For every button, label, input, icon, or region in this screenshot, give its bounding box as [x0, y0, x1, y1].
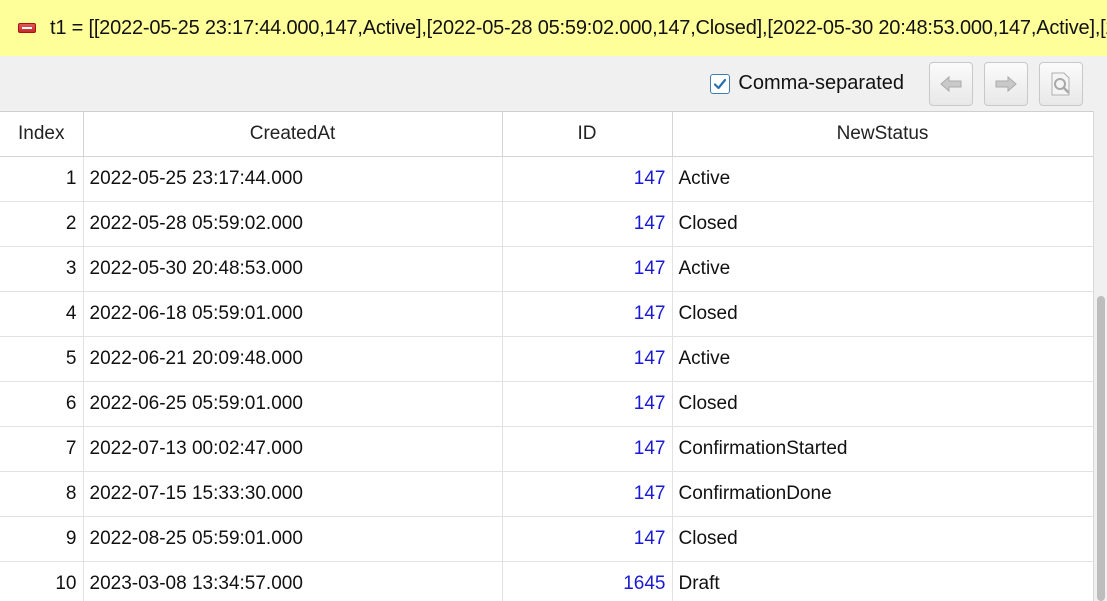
- table-row[interactable]: 1 2022-05-25 23:17:44.000 147 Active: [0, 156, 1093, 202]
- cell-id: 147: [502, 426, 673, 472]
- preview-button[interactable]: [1039, 61, 1083, 106]
- cell-index: 7: [0, 426, 84, 472]
- cell-index: 4: [0, 291, 84, 337]
- cell-index: 1: [0, 156, 84, 202]
- cell-index: 10: [0, 561, 84, 601]
- cell-id: 147: [502, 381, 673, 427]
- cell-newstatus: Closed: [672, 381, 1093, 427]
- cell-index: 9: [0, 516, 84, 562]
- table-header-row: Index CreatedAt ID NewStatus: [0, 112, 1093, 157]
- column-header-createdat[interactable]: CreatedAt: [83, 112, 503, 157]
- cell-createdat: 2022-07-15 15:33:30.000: [83, 471, 503, 517]
- column-header-index[interactable]: Index: [0, 112, 84, 157]
- cell-index: 3: [0, 246, 84, 292]
- cell-id: 147: [502, 516, 673, 562]
- comma-separated-label: Comma-separated: [738, 72, 904, 94]
- cell-id: 1645: [502, 561, 673, 601]
- expression-text: t1 = [[2022-05-25 23:17:44.000,147,Activ…: [50, 16, 1107, 39]
- back-button[interactable]: [929, 61, 973, 106]
- toolbar: Comma-separated: [0, 56, 1107, 111]
- cell-newstatus: ConfirmationDone: [672, 471, 1093, 517]
- table-viewer-window: t1 = [[2022-05-25 23:17:44.000,147,Activ…: [0, 0, 1107, 601]
- cell-newstatus: Draft: [672, 561, 1093, 601]
- cell-createdat: 2022-08-25 05:59:01.000: [83, 516, 503, 562]
- expression-bar: t1 = [[2022-05-25 23:17:44.000,147,Activ…: [0, 0, 1107, 56]
- table-row[interactable]: 3 2022-05-30 20:48:53.000 147 Active: [0, 246, 1093, 292]
- results-table: Index CreatedAt ID NewStatus 1 2022-05-2…: [0, 112, 1093, 601]
- cell-createdat: 2022-06-18 05:59:01.000: [83, 291, 503, 337]
- cell-createdat: 2022-06-21 20:09:48.000: [83, 336, 503, 382]
- column-header-newstatus[interactable]: NewStatus: [672, 112, 1093, 157]
- cell-id: 147: [502, 201, 673, 247]
- document-search-icon: [1051, 72, 1070, 95]
- cell-newstatus: ConfirmationStarted: [672, 426, 1093, 472]
- cell-index: 6: [0, 381, 84, 427]
- vertical-scrollbar[interactable]: [1093, 111, 1107, 601]
- comma-separated-checkbox[interactable]: [710, 73, 731, 94]
- table-row[interactable]: 4 2022-06-18 05:59:01.000 147 Closed: [0, 291, 1093, 337]
- forward-button[interactable]: [984, 61, 1028, 106]
- cell-newstatus: Closed: [672, 201, 1093, 247]
- cell-index: 5: [0, 336, 84, 382]
- scrollbar-thumb[interactable]: [1097, 296, 1105, 601]
- table-row[interactable]: 2 2022-05-28 05:59:02.000 147 Closed: [0, 201, 1093, 247]
- cell-newstatus: Active: [672, 246, 1093, 292]
- collapse-icon[interactable]: [18, 23, 36, 33]
- cell-id: 147: [502, 336, 673, 382]
- cell-createdat: 2022-05-28 05:59:02.000: [83, 201, 503, 247]
- cell-newstatus: Closed: [672, 516, 1093, 562]
- cell-newstatus: Active: [672, 156, 1093, 202]
- cell-createdat: 2022-05-25 23:17:44.000: [83, 156, 503, 202]
- cell-index: 2: [0, 201, 84, 247]
- table-row[interactable]: 7 2022-07-13 00:02:47.000 147 Confirmati…: [0, 426, 1093, 472]
- cell-id: 147: [502, 156, 673, 202]
- table-row[interactable]: 8 2022-07-15 15:33:30.000 147 Confirmati…: [0, 471, 1093, 517]
- cell-newstatus: Active: [672, 336, 1093, 382]
- table-row[interactable]: 6 2022-06-25 05:59:01.000 147 Closed: [0, 381, 1093, 427]
- arrow-left-icon: [940, 75, 962, 92]
- cell-id: 147: [502, 291, 673, 337]
- comma-separated-toggle[interactable]: Comma-separated: [710, 72, 904, 95]
- cell-createdat: 2023-03-08 13:34:57.000: [83, 561, 503, 601]
- cell-createdat: 2022-05-30 20:48:53.000: [83, 246, 503, 292]
- checkmark-icon: [714, 78, 727, 89]
- column-header-id[interactable]: ID: [502, 112, 673, 157]
- cell-createdat: 2022-07-13 00:02:47.000: [83, 426, 503, 472]
- table-row[interactable]: 5 2022-06-21 20:09:48.000 147 Active: [0, 336, 1093, 382]
- table-row[interactable]: 10 2023-03-08 13:34:57.000 1645 Draft: [0, 561, 1093, 601]
- cell-id: 147: [502, 471, 673, 517]
- cell-index: 8: [0, 471, 84, 517]
- results-table-container: Index CreatedAt ID NewStatus 1 2022-05-2…: [0, 111, 1093, 601]
- arrow-right-icon: [995, 75, 1017, 92]
- cell-id: 147: [502, 246, 673, 292]
- cell-newstatus: Closed: [672, 291, 1093, 337]
- table-row[interactable]: 9 2022-08-25 05:59:01.000 147 Closed: [0, 516, 1093, 562]
- cell-createdat: 2022-06-25 05:59:01.000: [83, 381, 503, 427]
